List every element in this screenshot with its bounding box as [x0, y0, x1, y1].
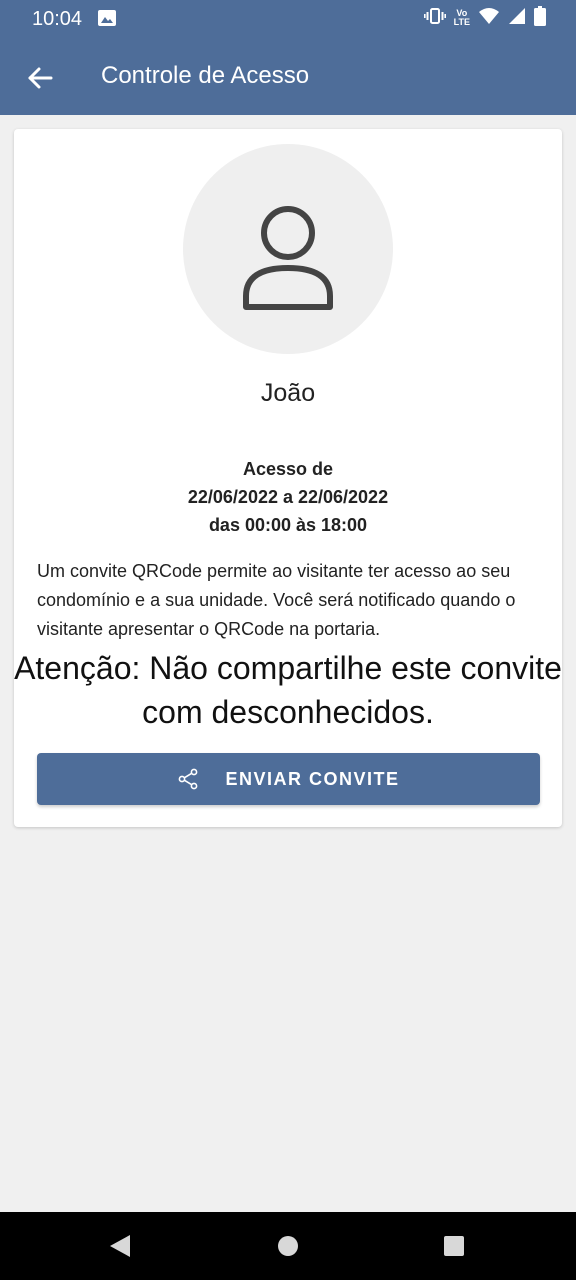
- nav-home-icon[interactable]: [278, 1236, 298, 1256]
- person-icon: [243, 206, 333, 310]
- vibrate-icon: [423, 7, 446, 30]
- system-nav-bar: [0, 1212, 576, 1280]
- battery-icon: [534, 5, 546, 31]
- status-icons: Vo LTE: [423, 5, 546, 31]
- warning-message: Atenção: Não compartilhe este convite co…: [14, 650, 562, 730]
- signal-icon: [508, 7, 526, 30]
- app-bar: Controle de Acesso: [0, 46, 576, 110]
- header: 10:04 Vo LTE Controle de Acesso: [0, 0, 576, 115]
- volte-indicator: Vo LTE: [454, 9, 470, 27]
- send-invite-label: ENVIAR CONVITE: [225, 768, 400, 789]
- access-time-range: das 00:00 às 18:00: [208, 515, 368, 535]
- wifi-icon: [478, 7, 500, 30]
- send-invite-button[interactable]: ENVIAR CONVITE: [37, 753, 540, 805]
- nav-back-icon[interactable]: [108, 1234, 132, 1263]
- access-date-range: 22/06/2022 a 22/06/2022: [187, 487, 389, 507]
- arrow-left-icon: [28, 67, 53, 89]
- nav-recents-icon[interactable]: [444, 1236, 464, 1256]
- invite-card: João Acesso de 22/06/2022 a 22/06/2022 d…: [14, 129, 562, 827]
- share-icon: [179, 768, 198, 790]
- status-time: 10:04: [32, 8, 83, 30]
- back-button[interactable]: [24, 62, 56, 94]
- status-bar: 10:04 Vo LTE: [0, 0, 576, 38]
- visitor-name: João: [260, 379, 316, 407]
- invite-description: Um convite QRCode permite ao visitante t…: [37, 561, 516, 639]
- access-period: Acesso de 22/06/2022 a 22/06/2022 das 00…: [14, 455, 562, 539]
- lte-label: LTE: [453, 17, 470, 27]
- access-label: Acesso de: [242, 459, 334, 479]
- avatar: [183, 144, 393, 354]
- gallery-icon: [98, 10, 116, 26]
- page-title: Controle de Acesso: [101, 62, 310, 89]
